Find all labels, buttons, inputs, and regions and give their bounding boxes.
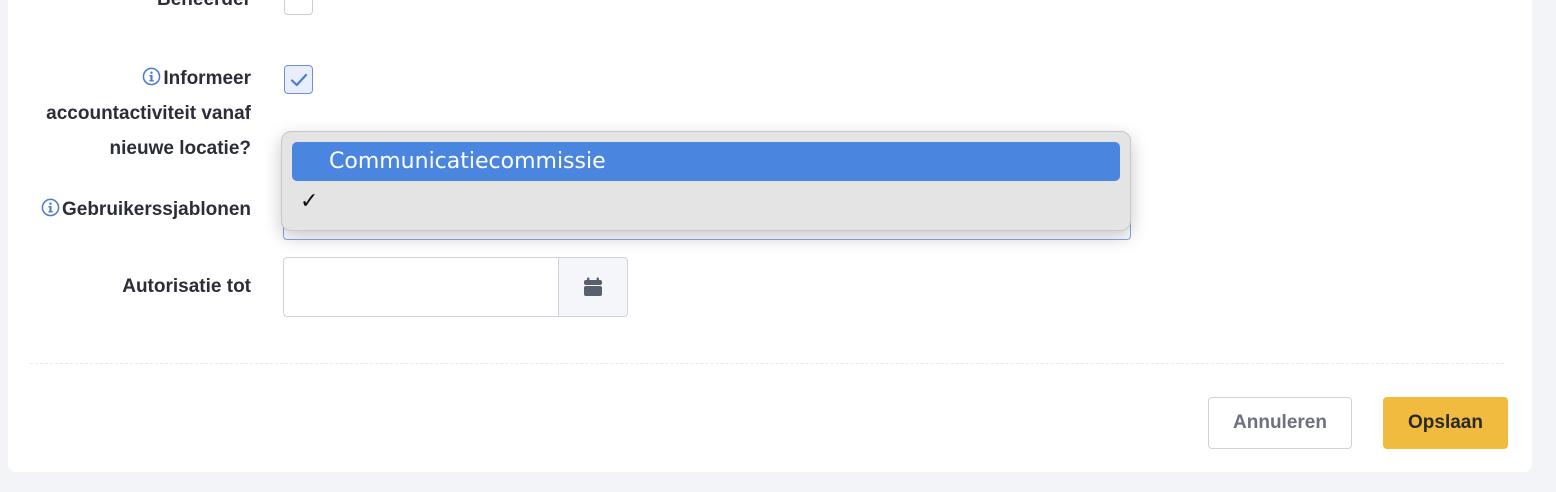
autorisatie-tot-label: Autorisatie tot [122, 276, 251, 297]
informeer-label-line3: nieuwe locatie? [109, 138, 251, 159]
dropdown-option-communicatiecommissie[interactable]: Communicatiecommissie [292, 142, 1120, 181]
check-icon [290, 73, 308, 87]
beheerder-label: Beheerder [157, 0, 251, 17]
calendar-button[interactable] [558, 257, 628, 317]
beheerder-checkbox[interactable] [284, 0, 313, 15]
informeer-label-line1: Informeer [46, 61, 251, 96]
dropdown-option-empty[interactable]: ✓ [292, 183, 1120, 221]
autorisatie-tot-input[interactable] [283, 257, 559, 317]
save-button[interactable]: Opslaan [1383, 397, 1508, 449]
informeer-checkbox[interactable] [284, 65, 313, 94]
checkmark-icon: ✓ [300, 189, 319, 214]
divider [30, 363, 1504, 364]
informeer-label-line2: accountactiviteit vanaf [46, 103, 251, 124]
template-dropdown-menu: Communicatiecommissie ✓ [281, 131, 1131, 231]
cancel-button[interactable]: Annuleren [1208, 397, 1352, 449]
info-icon[interactable] [41, 198, 60, 217]
informeer-label: Informeer accountactiviteit vanaf nieuwe… [46, 61, 251, 166]
gebruikerssjablonen-label: Gebruikerssjablonen [41, 192, 251, 227]
calendar-icon [584, 277, 602, 296]
info-icon[interactable] [142, 67, 161, 86]
